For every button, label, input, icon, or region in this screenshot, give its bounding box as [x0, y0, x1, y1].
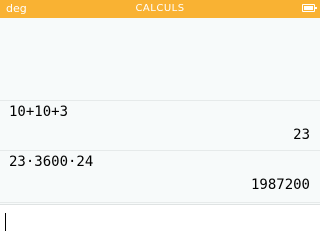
expression-input-field[interactable] [0, 204, 320, 240]
text-cursor [5, 213, 6, 231]
history-output: 1987200 [250, 177, 310, 193]
history-input: 10+10+3 [9, 104, 69, 120]
history-input: 23·3600·24 [9, 154, 94, 170]
calculator-screen: deg CALCULS 10+10+3 23 23·3600·24 198720… [0, 0, 320, 240]
history-output: 23 [293, 127, 310, 143]
battery-icon [302, 4, 317, 12]
history-entry[interactable]: 23·3600·24 1987200 [0, 150, 320, 203]
status-bar: deg CALCULS [0, 0, 320, 18]
history-entry[interactable]: 10+10+3 23 [0, 100, 320, 150]
calculation-history: 10+10+3 23 23·3600·24 1987200 [0, 18, 320, 204]
app-title: CALCULS [135, 3, 185, 14]
